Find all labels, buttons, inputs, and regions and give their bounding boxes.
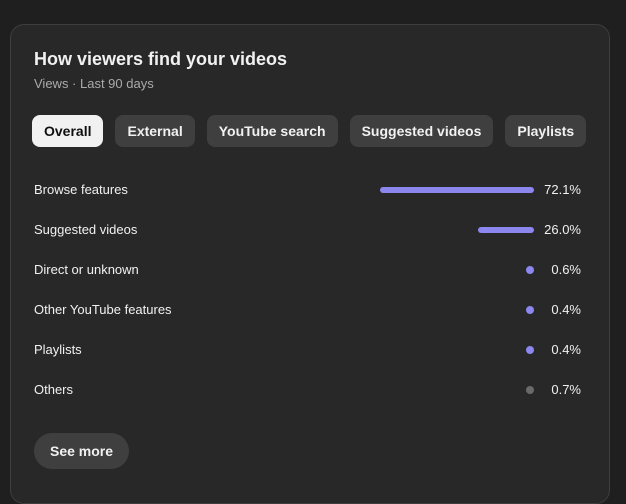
tab-youtube-search[interactable]: YouTube search (206, 115, 338, 147)
source-bar-track (380, 225, 534, 235)
tab-suggested-videos[interactable]: Suggested videos (349, 115, 494, 147)
source-bar (380, 187, 534, 193)
source-label: Others (34, 382, 74, 397)
tab-external[interactable]: External (115, 115, 195, 147)
filter-tabs: Overall External YouTube search Suggeste… (32, 115, 587, 147)
source-label: Other YouTube features (34, 302, 172, 317)
list-item: Suggested videos 26.0% (34, 210, 594, 250)
traffic-sources-card: How viewers find your videos Views · Las… (10, 24, 610, 504)
source-bar (478, 227, 534, 233)
source-bar-track (380, 345, 534, 355)
list-item: Other YouTube features 0.4% (34, 290, 594, 330)
source-value: 0.4% (551, 342, 581, 357)
traffic-source-list: Browse features 72.1% Suggested videos 2… (34, 170, 594, 410)
source-label: Playlists (34, 342, 82, 357)
source-dot (526, 346, 534, 354)
source-value: 0.4% (551, 302, 581, 317)
source-label: Direct or unknown (34, 262, 139, 277)
source-value: 72.1% (544, 182, 581, 197)
card-title: How viewers find your videos (34, 49, 288, 69)
source-dot (526, 266, 534, 274)
source-dot (526, 306, 534, 314)
source-dot (526, 386, 534, 394)
see-more-button[interactable]: See more (34, 433, 130, 469)
source-value: 26.0% (544, 222, 581, 237)
list-item: Playlists 0.4% (34, 330, 594, 370)
source-bar-track (380, 385, 534, 395)
source-value: 0.6% (551, 262, 581, 277)
source-label: Suggested videos (34, 222, 138, 237)
source-bar-track (380, 265, 534, 275)
tab-overall[interactable]: Overall (32, 115, 104, 147)
source-bar-track (380, 305, 534, 315)
list-item: Browse features 72.1% (34, 170, 594, 210)
list-item: Others 0.7% (34, 370, 594, 410)
source-label: Browse features (34, 182, 128, 197)
tab-playlists[interactable]: Playlists (505, 115, 587, 147)
source-value: 0.7% (551, 382, 581, 397)
source-bar-track (380, 185, 534, 195)
list-item: Direct or unknown 0.6% (34, 250, 594, 290)
card-subtitle: Views · Last 90 days (34, 76, 154, 91)
